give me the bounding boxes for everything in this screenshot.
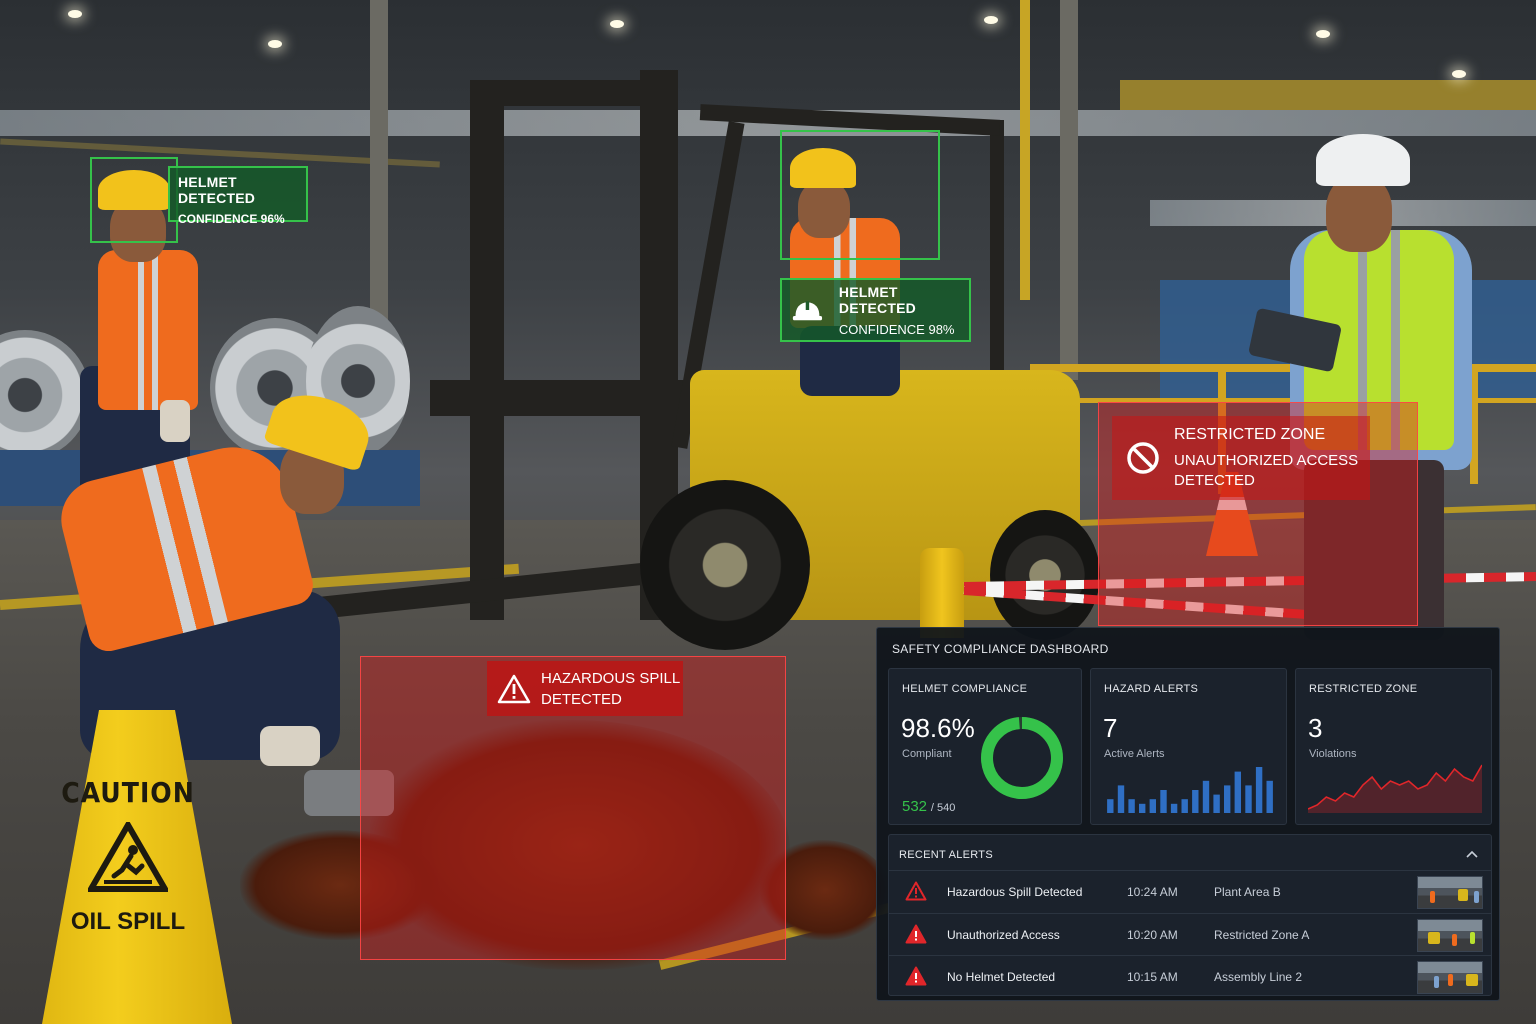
warning-triangle-icon [905,881,927,901]
hazard-bar [1224,785,1231,813]
hazard-bar-chart [1107,767,1273,813]
alert-name: Unauthorized Access [947,928,1060,942]
caution-oil-spill-sign: CAUTION OIL SPILL [12,690,244,1024]
card-title: HAZARD ALERTS [1104,683,1199,695]
hard-hat-icon [792,301,823,321]
slippery-floor-icon [88,822,168,892]
helmet-confidence: CONFIDENCE 98% [838,321,955,337]
forklift-wheel [990,510,1100,640]
hazard-bar [1149,799,1156,813]
dashboard-title: SAFETY COMPLIANCE DASHBOARD [892,642,1109,656]
helmet-confidence: CONFIDENCE 96% [178,212,285,226]
overhead-crane [1120,80,1536,110]
restricted-zone-title: RESTRICTED ZONE [1174,426,1326,443]
alert-location: Restricted Zone A [1214,928,1310,942]
alert-time: 10:15 AM [1127,970,1178,984]
no-entry-icon [1127,442,1159,474]
card-title: RESTRICTED ZONE [1309,683,1418,695]
alert-location: Plant Area B [1214,885,1281,899]
helmet-label: HELMET DETECTED [838,283,916,316]
compliance-donut [981,717,1063,799]
spill-line1: HAZARDOUS SPILL [541,669,681,687]
hazard-bar [1107,799,1114,813]
alert-thumbnail[interactable] [1417,919,1483,952]
chevron-up-icon[interactable] [1465,849,1479,859]
card-title: HELMET COMPLIANCE [902,683,1028,695]
hazard-bar [1128,799,1135,813]
helmet-bbox-left [90,157,178,243]
hazard-bar [1245,785,1252,813]
helmet-tag-left: HELMET DETECTED CONFIDENCE 96% [168,166,308,226]
helmet-compliance-card[interactable]: HELMET COMPLIANCE 98.6% Compliant 532 / … [888,668,1082,825]
forklift-mast [470,80,504,620]
alert-thumbnail[interactable] [1417,876,1483,909]
forklift-wheel [640,480,810,650]
alert-row[interactable]: Hazardous Spill Detected 10:24 AM Plant … [889,870,1491,913]
warning-triangle-icon [497,674,531,703]
pillar [1060,0,1078,380]
hazard-alerts-card[interactable]: HAZARD ALERTS 7 Active Alerts [1090,668,1287,825]
bollard [920,548,964,638]
alert-name: No Helmet Detected [947,970,1056,984]
ceiling-lamp [610,20,624,28]
recent-alerts-title: RECENT ALERTS [899,849,993,861]
safety-compliance-dashboard: SAFETY COMPLIANCE DASHBOARD HELMET COMPL… [876,627,1500,1001]
alert-row[interactable]: Unauthorized Access 10:20 AM Restricted … [889,913,1491,956]
alert-location: Assembly Line 2 [1214,970,1303,984]
compliant-count: 532 [902,798,928,815]
forklift-carriage [430,380,690,416]
card-value: 98.6% [901,713,975,743]
alert-name: Hazardous Spill Detected [947,885,1083,899]
alert-time: 10:20 AM [1127,928,1178,942]
recent-alerts-panel: RECENT ALERTS Hazardous Spill Detected 1… [888,834,1492,996]
restricted-zone-line2: UNAUTHORIZED ACCESS [1174,452,1359,469]
violations-trend-chart [1308,764,1482,813]
hazard-bar [1266,780,1273,813]
alert-row[interactable]: No Helmet Detected 10:15 AM Assembly Lin… [889,955,1491,998]
compliance-count: 532 / 540 [902,798,955,815]
compliant-total: / 540 [930,802,956,814]
hazard-bar [1213,794,1220,813]
hazard-bar [1255,767,1263,813]
helmet-tag-driver: HELMET DETECTED CONFIDENCE 98% [780,278,971,342]
overhead-guard-post [990,120,1004,410]
pillar [1020,0,1030,300]
ceiling-lamp [984,16,998,24]
card-value: 3 [1308,713,1323,743]
card-subtitle: Compliant [902,748,952,760]
hazard-bar [1202,780,1210,813]
hazard-bar [1181,799,1188,813]
ceiling-lamp [68,10,82,18]
oil-spill-text: OIL SPILL [70,908,186,935]
forklift-mast-top [470,80,678,106]
spill-tag: HAZARDOUS SPILL DETECTED [487,661,683,716]
ceiling-lamp [1452,70,1466,78]
card-value: 7 [1103,713,1118,743]
hazard-bar [1234,771,1241,813]
restricted-zone-card[interactable]: RESTRICTED ZONE 3 Violations [1295,668,1492,825]
ceiling-lamp [268,40,282,48]
spill-line2: DETECTED [541,690,622,708]
hazard-bar [1160,790,1167,813]
hazard-bar [1170,803,1178,813]
alert-thumbnail[interactable] [1417,961,1483,994]
caution-text: CAUTION [61,776,195,809]
helmet-bbox-driver [780,130,940,260]
warning-triangle-icon [905,966,927,986]
trend-area [1308,765,1482,813]
donut-fill [981,717,1063,799]
hazard-bar [1117,785,1125,813]
hazard-bar [1192,790,1199,813]
alert-time: 10:24 AM [1127,885,1178,899]
restricted-zone-tag: RESTRICTED ZONE UNAUTHORIZED ACCESS DETE… [1112,416,1370,500]
card-subtitle: Active Alerts [1104,748,1165,760]
ceiling-lamp [1316,30,1330,38]
warning-triangle-icon [905,924,927,944]
card-subtitle: Violations [1309,748,1357,760]
helmet-label: HELMET DETECTED [178,174,256,206]
restricted-zone-line3: DETECTED [1174,472,1255,489]
hazard-bar [1139,803,1146,813]
